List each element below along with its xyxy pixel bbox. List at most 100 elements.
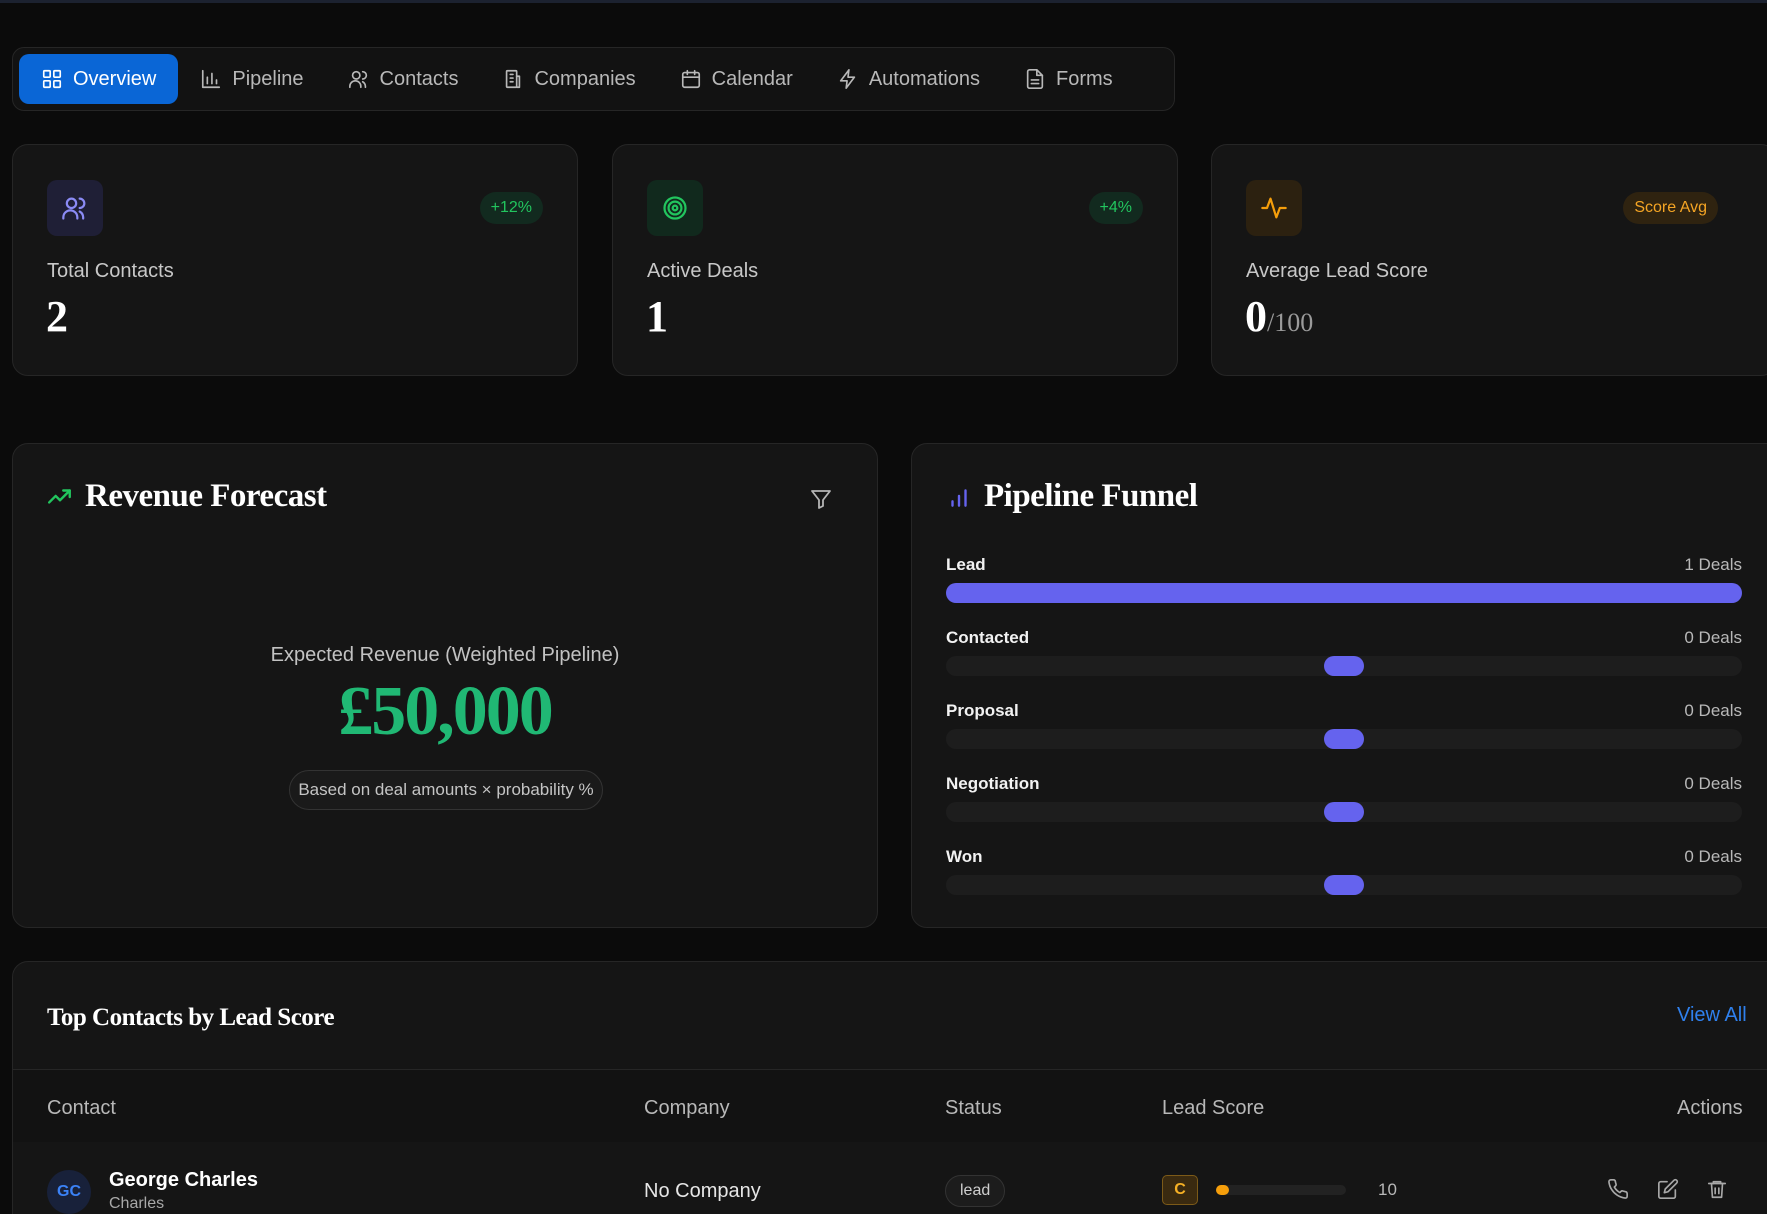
stat-label: Total Contacts [47,260,174,282]
contact-name[interactable]: George Charles [109,1169,258,1192]
funnel-stage-count: 0 Deals [1684,628,1742,647]
funnel-stage-name: Negotiation [946,774,1040,793]
tab-pipeline[interactable]: Pipeline [178,54,325,104]
column-header-lead-score: Lead Score [1162,1097,1265,1119]
tab-forms-label: Forms [1055,67,1113,90]
bar-chart-icon [202,69,221,89]
growth-badge: +12% [479,192,543,224]
funnel-stage-name: Lead [946,555,986,574]
funnel-stage-lead: Lead 1 Deals [946,555,1742,603]
column-header-company: Company [644,1097,730,1119]
stat-card-average-lead-score: Score Avg Average Lead Score 0/100 [1211,144,1767,376]
company-name: No Company [644,1180,761,1202]
avatar: GC [47,1170,91,1214]
funnel-stage-negotiation: Negotiation 0 Deals [946,774,1742,822]
stat-label: Average Lead Score [1246,260,1428,282]
lead-score-value: 10 [1378,1180,1397,1199]
funnel-stage-name: Won [946,847,983,866]
tab-overview-label: Overview [73,67,157,90]
growth-badge: +4% [1088,192,1143,224]
revenue-caption: Expected Revenue (Weighted Pipeline) [270,644,620,666]
revenue-forecast-panel: Revenue Forecast Expected Revenue (Weigh… [12,443,878,928]
stat-value: 1 [646,292,668,341]
funnel-stage-name: Contacted [946,628,1030,647]
view-all-link[interactable]: View All [1677,1004,1747,1027]
filter-icon [811,490,831,509]
funnel-stage-won: Won 0 Deals [946,847,1742,895]
lightning-icon [839,69,856,89]
stat-card-active-deals: +4% Active Deals 1 [612,144,1178,376]
call-button[interactable] [1607,1178,1631,1202]
funnel-bar [946,583,1742,603]
funnel-stage-row: Proposal 0 Deals [946,701,1742,721]
funnel-stage-row: Won 0 Deals [946,847,1742,867]
table-header [13,1070,1767,1142]
pipeline-funnel-panel: Pipeline Funnel Lead 1 Deals Contacted 0 De… [911,443,1767,928]
funnel-track [946,729,1742,749]
tab-overview[interactable]: Overview [19,54,179,104]
status-badge: lead [945,1175,1006,1207]
column-header-status: Status [945,1097,1002,1119]
tab-automations[interactable]: Automations [815,54,1002,104]
stat-value: 0/100 [1245,291,1313,342]
delete-button[interactable] [1706,1178,1730,1202]
funnel-track [946,656,1742,676]
funnel-stage-proposal: Proposal 0 Deals [946,701,1742,749]
funnel-track [946,875,1742,895]
edit-button[interactable] [1657,1178,1681,1202]
funnel-stage-name: Proposal [946,701,1019,720]
funnel-stage-count: 0 Deals [1684,701,1742,720]
contact-subtitle: Charles [109,1195,165,1212]
users-icon [348,70,367,89]
top-contacts-panel: Top Contacts by Lead Score View All Cont… [12,961,1767,1214]
tab-forms[interactable]: Forms [1002,54,1135,104]
funnel-stage-count: 1 Deals [1684,555,1742,574]
trash-icon [1707,1180,1727,1199]
users-icon [62,197,86,220]
score-value: 0 [1245,292,1267,341]
tab-calendar[interactable]: Calendar [658,54,815,104]
stat-card-total-contacts: +12% Total Contacts 2 [12,144,578,376]
tab-automations-label: Automations [868,67,980,90]
lead-score-fill [1216,1185,1229,1195]
funnel-stage-count: 0 Deals [1684,774,1742,793]
funnel-bar [1324,875,1364,895]
tab-companies-label: Companies [534,67,636,90]
document-icon [1026,69,1044,89]
revenue-note: Based on deal amounts × probability % [289,770,603,810]
target-icon [663,196,687,220]
phone-icon [1608,1179,1628,1199]
funnel-bar [1324,729,1364,749]
funnel-stage-row: Lead 1 Deals [946,555,1742,575]
tab-calendar-label: Calendar [711,67,793,90]
building-icon [506,69,521,89]
stat-label: Active Deals [647,260,759,282]
tab-contacts[interactable]: Contacts [326,54,481,104]
revenue-amount: £50,000 [338,673,554,750]
signal-bars-icon [951,488,967,507]
target-icon-wrap [647,180,703,236]
column-header-contact: Contact [47,1097,116,1119]
grid-icon [42,69,62,89]
tab-companies[interactable]: Companies [480,54,657,104]
calendar-icon [681,69,700,89]
lead-grade-badge: C [1162,1175,1198,1205]
tab-contacts-label: Contacts [379,67,459,90]
filter-button[interactable] [809,487,833,511]
funnel-stage-count: 0 Deals [1684,847,1742,866]
pulse-icon [1261,197,1287,219]
panel-title: Pipeline Funnel [984,478,1198,514]
top-border [0,0,1767,3]
pulse-icon-wrap [1246,180,1302,236]
table-title: Top Contacts by Lead Score [47,1004,335,1031]
score-avg-badge: Score Avg [1623,192,1718,224]
users-icon-wrap [47,180,103,236]
funnel-stage-contacted: Contacted 0 Deals [946,628,1742,676]
panel-header: Pipeline Funnel [946,478,1198,515]
edit-icon [1658,1178,1679,1199]
funnel-stage-row: Contacted 0 Deals [946,628,1742,648]
funnel-track [946,583,1742,603]
funnel-stage-row: Negotiation 0 Deals [946,774,1742,794]
lead-score-bar [1216,1185,1346,1195]
trending-up-icon [47,488,71,504]
